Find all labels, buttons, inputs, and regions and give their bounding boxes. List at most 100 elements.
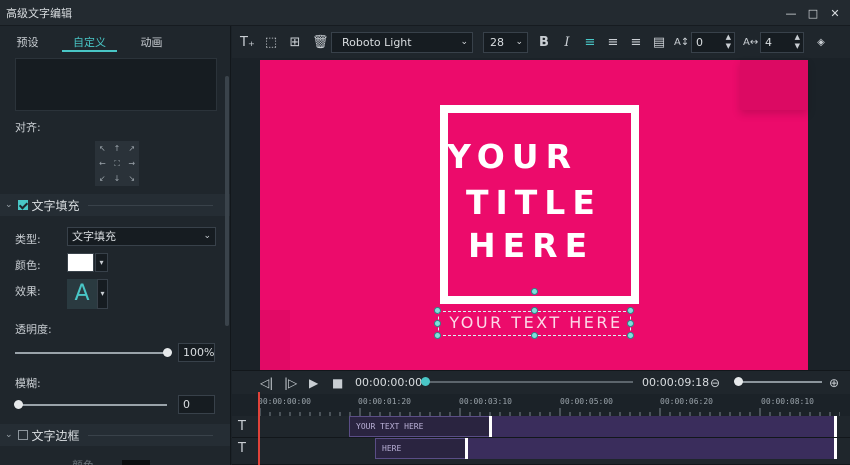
opacity-label: 透明度:	[15, 323, 52, 336]
clip-trim-handle[interactable]	[834, 416, 837, 437]
text-border-section[interactable]: ⌄ 文字边框	[0, 424, 230, 446]
clip-trim-handle[interactable]	[834, 438, 837, 459]
ruler-label: 00:00:05:00	[560, 397, 613, 406]
resize-handle[interactable]	[434, 307, 441, 314]
resize-handle[interactable]	[627, 320, 634, 327]
bold-button[interactable]: B	[537, 32, 551, 53]
text-box-icon[interactable]: ⬚	[264, 35, 278, 50]
title-bar: 高级文字编辑 — □ ✕	[0, 0, 850, 26]
italic-button[interactable]: I	[560, 32, 574, 53]
section-divider	[87, 434, 213, 436]
title-line-2[interactable]: TITLE	[466, 183, 602, 222]
playhead[interactable]	[258, 392, 260, 465]
playback-knob[interactable]	[421, 377, 430, 386]
tab-presets[interactable]: 预设	[0, 32, 55, 52]
ruler-label: 00:00:00:00	[258, 397, 311, 406]
text-clip[interactable]: YOUR TEXT HERE	[349, 416, 491, 437]
text-fill-section[interactable]: ⌄ 文字填充	[0, 194, 230, 216]
title-line-3[interactable]: HERE	[468, 226, 594, 265]
align-bottom-icon[interactable]: ↓	[110, 174, 125, 183]
stop-icon[interactable]: ■	[332, 371, 343, 395]
clip-body[interactable]	[490, 416, 836, 437]
color-dropdown-icon[interactable]: ▾	[95, 253, 108, 272]
blur-slider[interactable]	[15, 404, 167, 406]
blur-slider-knob[interactable]	[14, 400, 23, 409]
resize-handle[interactable]	[627, 307, 634, 314]
text-border-checkbox[interactable]	[17, 430, 28, 440]
align-right-icon[interactable]: →	[124, 159, 139, 168]
align-left-icon[interactable]: ←	[95, 159, 110, 168]
align-center-icon[interactable]: ⛶	[110, 159, 125, 169]
opacity-value[interactable]: 100%	[178, 343, 215, 362]
title-line-1[interactable]: YOUR	[447, 137, 578, 176]
stepper-icon[interactable]: ▲ ▼	[795, 33, 800, 51]
fill-type-select[interactable]: 文字填充 ⌄	[67, 227, 216, 246]
clip-trim-handle[interactable]	[465, 438, 468, 459]
zoom-slider-knob[interactable]	[734, 377, 743, 386]
add-image-icon[interactable]: ⊞	[288, 35, 302, 50]
zoom-in-icon[interactable]: ⊕	[829, 371, 839, 395]
minimize-button[interactable]: —	[780, 7, 802, 20]
letter-spacing-value: 0	[696, 36, 703, 49]
panel-tabs: 预设 自定义 动画	[0, 32, 230, 52]
section-divider	[87, 204, 213, 206]
close-button[interactable]: ✕	[824, 7, 846, 20]
border-color-swatch[interactable]	[122, 460, 150, 465]
stepper-icon[interactable]: ▲ ▼	[726, 33, 731, 51]
align-center-text-icon[interactable]: ≡	[606, 32, 620, 53]
justify-text-icon[interactable]: ▤	[652, 32, 666, 53]
align-left-text-icon[interactable]: ≡	[583, 32, 597, 53]
align-bottom-left-icon[interactable]: ↙	[95, 174, 110, 183]
delete-icon[interactable]: 🗑	[312, 35, 329, 50]
decor-shape	[740, 60, 808, 110]
line-spacing-input[interactable]: 4 ▲ ▼	[760, 32, 804, 53]
playback-progress[interactable]	[428, 381, 633, 383]
fill-color-swatch[interactable]	[67, 253, 94, 272]
effect-dropdown-icon[interactable]: ▾	[97, 279, 108, 309]
add-text-icon[interactable]: T₊	[240, 35, 255, 50]
chevron-down-icon: ⌄	[515, 37, 523, 47]
resize-handle[interactable]	[627, 332, 634, 339]
text-border-title: 文字边框	[31, 428, 80, 443]
maximize-button[interactable]: □	[802, 7, 824, 20]
opacity-slider[interactable]	[15, 352, 167, 354]
align-top-right-icon[interactable]: ↗	[124, 144, 139, 153]
chevron-down-icon[interactable]: ⌄	[5, 200, 13, 210]
align-bottom-right-icon[interactable]: ↘	[124, 174, 139, 183]
keyframe-icon[interactable]: ◈	[814, 32, 828, 53]
resize-handle[interactable]	[434, 332, 441, 339]
chevron-down-icon[interactable]: ⌄	[5, 430, 13, 440]
tab-custom[interactable]: 自定义	[62, 32, 117, 52]
panel-scrollbar[interactable]	[225, 76, 229, 326]
ruler-ticks	[260, 408, 840, 416]
align-right-text-icon[interactable]: ≡	[629, 32, 643, 53]
next-frame-icon[interactable]: |▷	[284, 371, 297, 395]
play-icon[interactable]: ▶	[309, 371, 318, 395]
resize-handle[interactable]	[531, 332, 538, 339]
text-fill-checkbox[interactable]	[17, 200, 28, 210]
clip-trim-handle[interactable]	[489, 416, 492, 437]
tab-animation[interactable]: 动画	[124, 32, 179, 52]
blur-value[interactable]: 0	[178, 395, 215, 414]
line-spacing-icon: A↔	[743, 37, 759, 48]
letter-spacing-input[interactable]: 0 ▲ ▼	[691, 32, 735, 53]
resize-handle[interactable]	[434, 320, 441, 327]
zoom-out-icon[interactable]: ⊖	[710, 371, 720, 395]
rotate-handle[interactable]	[531, 288, 538, 295]
prev-frame-icon[interactable]: ◁|	[260, 371, 273, 395]
text-clip[interactable]: HERE	[375, 438, 467, 459]
opacity-slider-knob[interactable]	[163, 348, 172, 357]
ruler-label: 00:00:03:10	[459, 397, 512, 406]
text-input-area[interactable]	[15, 58, 217, 111]
zoom-slider[interactable]	[737, 381, 822, 383]
align-top-left-icon[interactable]: ↖	[95, 144, 110, 153]
decor-shape	[260, 310, 290, 370]
font-family-select[interactable]: Roboto Light ⌄	[331, 32, 473, 53]
align-top-icon[interactable]: ↑	[110, 144, 125, 153]
font-size-select[interactable]: 28 ⌄	[483, 32, 528, 53]
ruler-label: 00:00:06:20	[660, 397, 713, 406]
clip-body[interactable]	[466, 438, 836, 459]
effect-preview[interactable]: A	[67, 279, 97, 309]
resize-handle[interactable]	[531, 307, 538, 314]
window-controls: — □ ✕	[780, 0, 846, 26]
